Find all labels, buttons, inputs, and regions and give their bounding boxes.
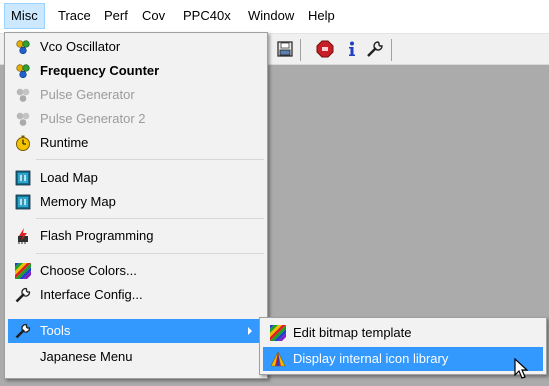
save-disk-icon[interactable]	[276, 40, 294, 58]
menu-misc[interactable]: Misc	[4, 3, 45, 29]
menu-cov[interactable]: Cov	[136, 4, 171, 28]
menu-trace[interactable]: Trace	[52, 4, 97, 28]
menu-item-label: Load Map	[40, 170, 98, 185]
menu-item-label: Choose Colors...	[40, 263, 137, 278]
molecule-icon	[16, 112, 30, 126]
wrench-icon[interactable]	[366, 40, 384, 58]
flash-chip-icon	[18, 228, 28, 244]
toolbar-separator	[391, 39, 392, 61]
menu-item-label: Flash Programming	[40, 228, 154, 243]
info-icon[interactable]	[343, 40, 361, 58]
submenu-arrow-icon	[248, 327, 252, 335]
color-palette-icon	[15, 263, 31, 279]
menu-item-label: Interface Config...	[40, 287, 143, 302]
menu-window[interactable]: Window	[242, 4, 300, 28]
toolbar-separator	[300, 39, 301, 61]
tools-submenu: Edit bitmap template Display internal ic…	[259, 317, 547, 375]
menu-item-label: Tools	[40, 323, 71, 338]
menu-item-flash-programming[interactable]: Flash Programming	[8, 224, 264, 248]
mouse-cursor-icon	[514, 358, 528, 379]
menu-item-label: Runtime	[40, 135, 89, 150]
submenu-item-display-internal-icon-library[interactable]: Display internal icon library	[263, 347, 543, 371]
menu-item-load-map[interactable]: Load Map	[8, 166, 264, 190]
menu-item-interface-config[interactable]: Interface Config...	[8, 283, 264, 307]
menu-item-pulse-generator: Pulse Generator	[8, 83, 264, 107]
menu-item-frequency-counter[interactable]: Frequency Counter	[8, 59, 264, 83]
menu-separator	[36, 218, 264, 219]
molecule-icon	[16, 40, 30, 55]
menu-item-label: Vco Oscillator	[40, 39, 121, 54]
submenu-item-edit-bitmap-template[interactable]: Edit bitmap template	[263, 321, 543, 345]
menu-separator	[36, 159, 264, 160]
menu-ppc40x[interactable]: PPC40x	[177, 4, 237, 28]
menu-item-label: Pulse Generator 2	[40, 111, 146, 126]
menu-item-label: Pulse Generator	[40, 87, 135, 102]
triangle-icon	[270, 351, 286, 367]
wrench-icon	[15, 287, 31, 303]
menu-item-label: Japanese Menu	[40, 349, 133, 364]
menu-item-label: Memory Map	[40, 194, 116, 209]
menu-separator	[36, 253, 264, 254]
molecule-icon	[16, 64, 30, 79]
menu-item-memory-map[interactable]: Memory Map	[8, 190, 264, 214]
molecule-icon	[16, 88, 30, 102]
wrench-icon	[15, 323, 31, 339]
menu-item-japanese-menu[interactable]: Japanese Menu	[8, 345, 264, 369]
menu-item-label: Frequency Counter	[40, 63, 160, 78]
stop-hexagon-icon[interactable]	[316, 40, 334, 58]
chip-icon	[15, 194, 31, 210]
misc-dropdown-menu: Vco Oscillator Frequency Counter Pulse G…	[4, 32, 268, 379]
stopwatch-icon	[16, 135, 30, 151]
submenu-item-label: Edit bitmap template	[293, 325, 412, 340]
menu-item-pulse-generator-2: Pulse Generator 2	[8, 107, 264, 131]
menu-item-runtime[interactable]: Runtime	[8, 131, 264, 155]
menu-item-vco-oscillator[interactable]: Vco Oscillator	[8, 35, 264, 59]
menu-bar: Misc Trace Perf Cov PPC40x Window Help	[0, 0, 549, 34]
submenu-item-label: Display internal icon library	[293, 351, 449, 366]
menu-item-tools[interactable]: Tools	[8, 319, 264, 343]
menu-help[interactable]: Help	[302, 4, 341, 28]
color-palette-icon	[270, 325, 286, 341]
chip-icon	[15, 170, 31, 186]
menu-item-choose-colors[interactable]: Choose Colors...	[8, 259, 264, 283]
menu-perf[interactable]: Perf	[98, 4, 134, 28]
